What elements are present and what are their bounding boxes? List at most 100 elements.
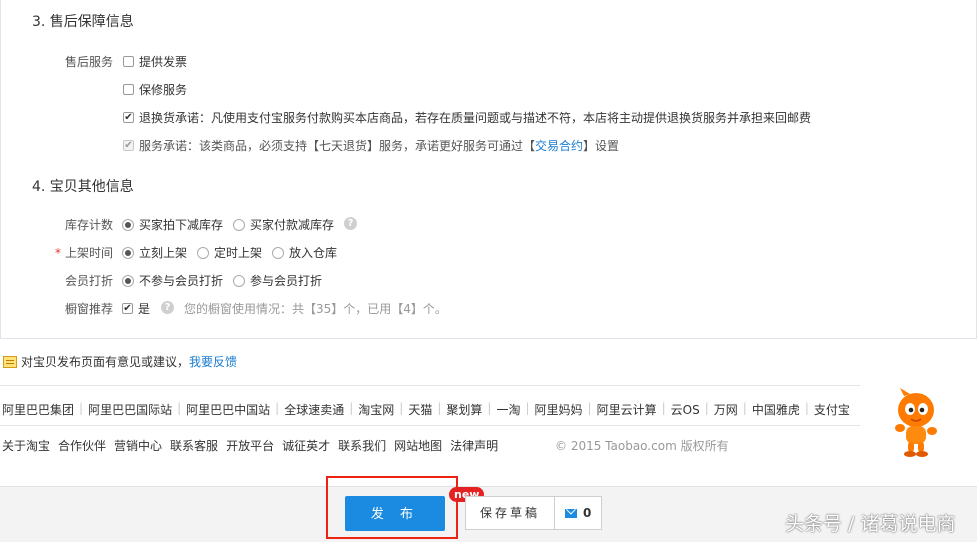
radio-button[interactable] [233,218,245,231]
radio-button[interactable] [122,246,134,259]
footer-link[interactable]: 联系我们 [338,437,386,454]
checkbox-box[interactable] [123,84,134,95]
footer-link[interactable]: 淘宝网 [358,401,394,418]
radio-stock-on-payment[interactable]: 买家付款减库存 [233,216,334,233]
checkbox-service-promise: ✔ 服务承诺：该类商品，必须支持【七天退货】服务，承诺更好服务可通过【 交易合约… [123,137,619,154]
checkbox-window-recommend[interactable]: ✔ 是 [122,300,150,317]
listing-time-text: 上架时间 [64,246,113,260]
separator: | [349,401,354,415]
footer-link[interactable]: 支付宝 [814,401,850,418]
window-usage-text: 您的橱窗使用情况：共【35】个，已用【4】个。 [184,302,447,316]
separator: | [399,401,404,415]
radio-label: 买家拍下减库存 [139,218,224,232]
divider [0,425,860,426]
checkbox-return-promise[interactable]: ✔ 退换货承诺：凡使用支付宝服务付款购买本店商品，若存在质量问题或与描述不符，本… [123,109,811,126]
section-title-other-info: 4. 宝贝其他信息 [32,179,134,195]
checkbox-label: 保修服务 [139,83,188,97]
separator: | [525,401,530,415]
radio-stock-on-order[interactable]: 买家拍下减库存 [122,216,223,233]
footer-links-row1: 阿里巴巴集团 | 阿里巴巴国际站 | 阿里巴巴中国站 | 全球速卖通 | 淘宝网 | 天猫… [2,401,850,418]
footer-link[interactable]: 合作伙伴 [58,437,106,454]
footer-link[interactable]: 诚征英才 [282,437,330,454]
footer-link[interactable]: 营销中心 [114,437,162,454]
question-mark-icon[interactable]: ? [344,217,357,230]
draft-count-button[interactable]: 0 [555,497,601,529]
checkbox-box[interactable]: ✔ [122,303,133,314]
listing-time-label: * 上架时间 [51,244,113,261]
footer-link[interactable]: 联系客服 [170,437,218,454]
footer-link[interactable]: 一淘 [496,401,520,418]
radio-button[interactable] [272,246,284,259]
feedback-link[interactable]: 我要反馈 [189,353,237,370]
radio-member-discount[interactable]: 参与会员打折 [233,272,322,289]
radio-list-now[interactable]: 立刻上架 [122,244,187,261]
separator: | [742,401,747,415]
watermark-text: 头条号 / 诸葛说电商 [785,513,956,535]
save-draft-group: 保存草稿 0 [465,496,603,530]
footer-link[interactable]: 法律声明 [450,437,498,454]
separator: | [437,401,442,415]
separator: | [661,401,666,415]
radio-label: 定时上架 [214,246,263,260]
radio-button[interactable] [233,274,245,287]
footer-link[interactable]: 中国雅虎 [752,401,800,418]
footer-link[interactable]: 网站地图 [394,437,442,454]
checkbox-label: 是 [138,302,151,316]
separator: | [79,401,84,415]
footer-link[interactable]: 云OS [671,401,700,418]
radio-label: 买家付款减库存 [250,218,335,232]
footer-link[interactable]: 阿里妈妈 [535,401,583,418]
checkbox-label: 提供发票 [139,55,188,69]
trade-contract-link[interactable]: 交易合约 [535,137,583,154]
separator: | [487,401,492,415]
checkbox-box[interactable]: ✔ [123,112,134,123]
separator: | [177,401,182,415]
radio-button[interactable] [122,274,134,287]
question-mark-icon[interactable]: ? [161,301,174,314]
radio-label: 立刻上架 [139,246,188,260]
radio-label: 放入仓库 [289,246,338,260]
footer-link[interactable]: 关于淘宝 [2,437,50,454]
checkbox-box[interactable] [123,56,134,67]
window-recommend-label: 橱窗推荐 [64,302,113,316]
separator: | [587,401,592,415]
footer-link[interactable]: 阿里巴巴国际站 [88,401,172,418]
separator: | [804,401,809,415]
service-promise-prefix: 服务承诺：该类商品，必须支持【七天退货】服务，承诺更好服务可通过【 [139,139,536,153]
radio-label: 不参与会员打折 [139,274,224,288]
radio-no-member-discount[interactable]: 不参与会员打折 [122,272,223,289]
section-title-after-sales: 3. 售后保障信息 [32,14,134,30]
footer-link[interactable]: 阿里巴巴中国站 [186,401,270,418]
footer-link[interactable]: 阿里云计算 [597,401,657,418]
checkbox-invoice[interactable]: 提供发票 [123,53,187,70]
radio-put-in-warehouse[interactable]: 放入仓库 [272,244,337,261]
publish-button[interactable]: 发 布 [345,496,445,531]
required-mark: * [54,246,61,260]
feedback-text: 对宝贝发布页面有意见或建议， [21,355,190,369]
radio-button[interactable] [122,218,134,231]
separator: | [704,401,709,415]
service-promise-suffix: 】设置 [583,139,620,153]
copyright-text: © 2015 Taobao.com 版权所有 [555,439,729,453]
save-draft-button[interactable]: 保存草稿 [466,497,556,529]
taobao-mascot-icon [895,388,937,457]
stock-label: 库存计数 [64,218,113,232]
draft-count: 0 [583,506,592,520]
checkbox-label: 退换货承诺：凡使用支付宝服务付款购买本店商品，若存在质量问题或与描述不符，本店将… [139,111,812,125]
footer-link[interactable]: 阿里巴巴集团 [2,401,74,418]
after-sales-label: 售后服务 [64,55,113,69]
footer-link[interactable]: 天猫 [408,401,432,418]
footer-link[interactable]: 全球速卖通 [284,401,344,418]
radio-label: 参与会员打折 [250,274,323,288]
feedback-note-icon [3,355,17,368]
footer-link[interactable]: 万网 [714,401,738,418]
checkbox-box: ✔ [123,140,134,151]
radio-list-scheduled[interactable]: 定时上架 [197,244,262,261]
footer-link[interactable]: 聚划算 [446,401,482,418]
checkbox-warranty[interactable]: 保修服务 [123,81,187,98]
footer-link[interactable]: 开放平台 [226,437,274,454]
form-panel: 3. 售后保障信息 售后服务 提供发票 保修服务 ✔ 退换货承诺：凡使用支付宝服… [0,0,977,339]
member-discount-label: 会员打折 [64,274,113,288]
radio-button[interactable] [197,246,209,259]
divider [0,385,860,386]
